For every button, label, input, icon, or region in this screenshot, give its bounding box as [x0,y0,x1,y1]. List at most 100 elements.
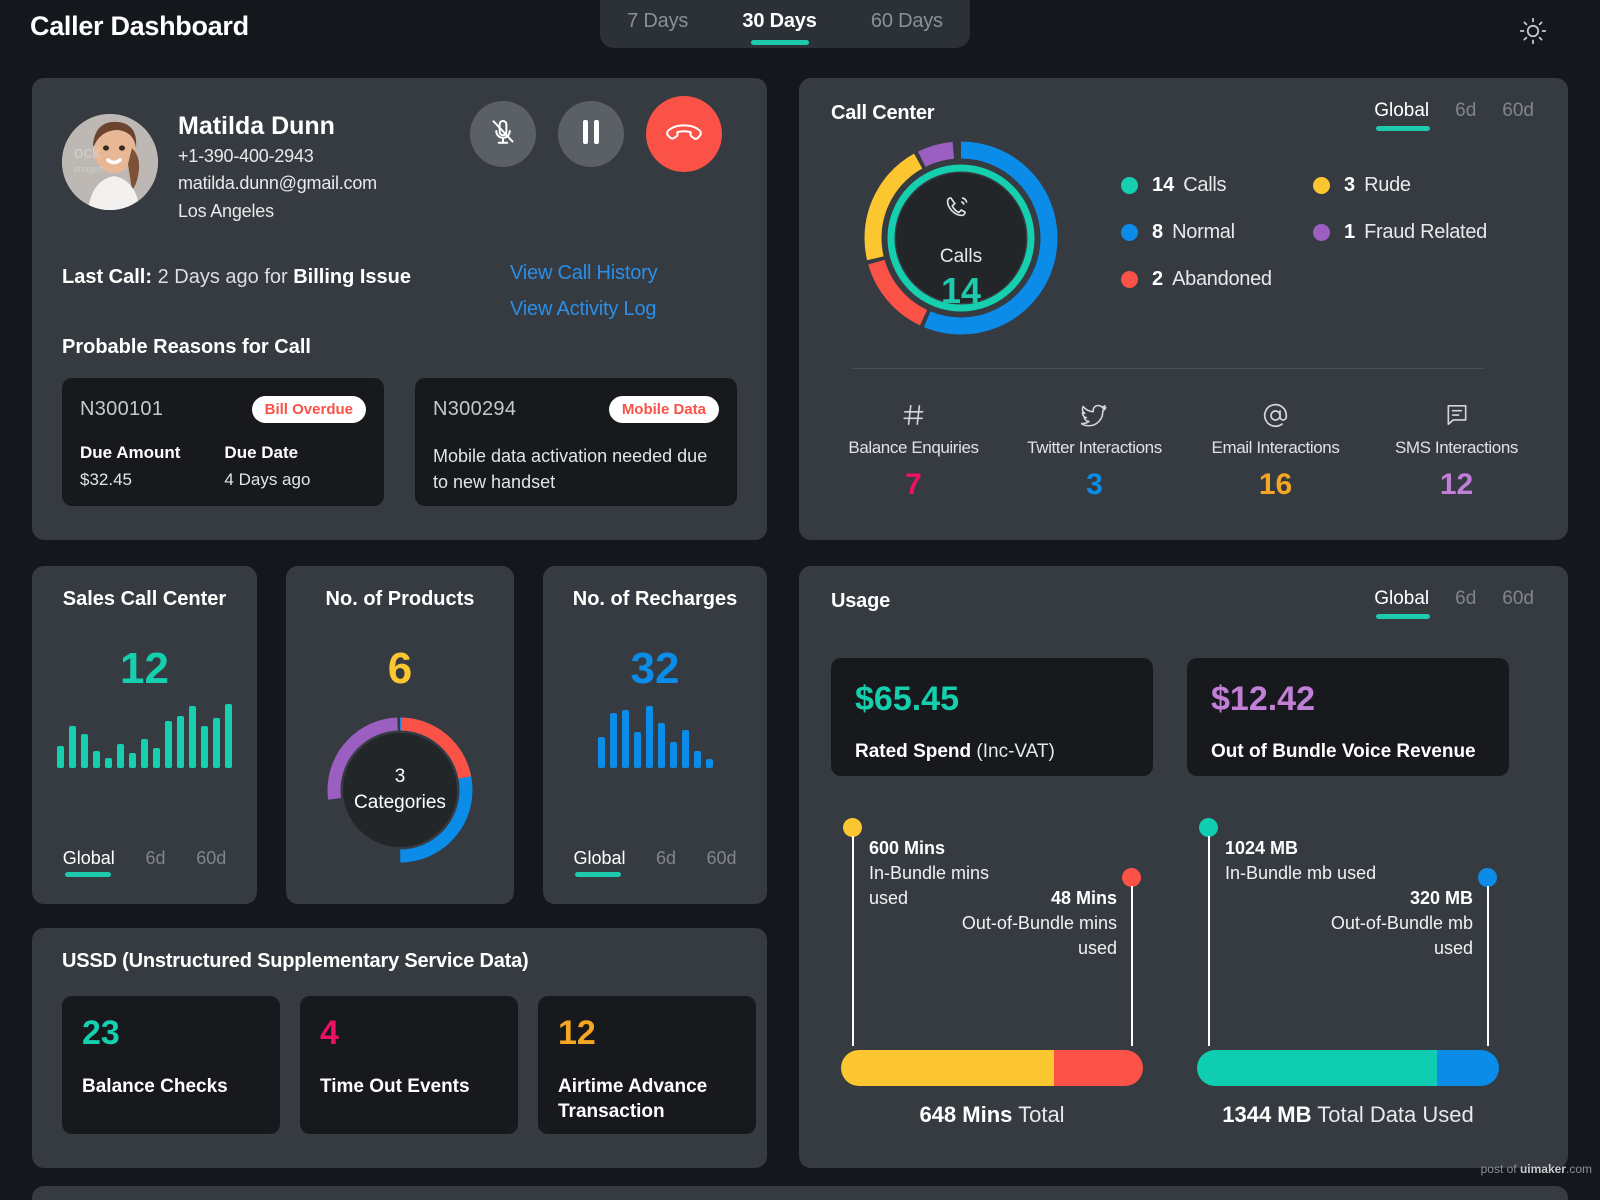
interaction-sms: SMS Interactions 12 [1366,398,1547,502]
svg-text:ock: ock [74,143,101,162]
products-donut-center-value: 3 [394,766,406,787]
scope-tab-60d[interactable]: 60d [196,848,226,877]
watermark-prefix: post of [1480,1162,1520,1176]
call-center-title: Call Center [831,102,935,124]
date-range-tabs: 7 Days 30 Days 60 Days [600,0,970,48]
legend-dot [1313,177,1330,194]
view-activity-log-link[interactable]: View Activity Log [510,298,657,321]
legend-item-rude: 3 Rude [1313,174,1505,197]
minutes-usage-group: 600 Mins In-Bundle mins used 48 Mins Out… [831,804,1153,1134]
scope-tab-6d[interactable]: 6d [1455,100,1476,131]
recharges-scope-tabs: Global 6d 60d [543,848,767,877]
tab-30-days[interactable]: 30 Days [740,6,818,43]
scope-tab-6d[interactable]: 6d [145,848,165,877]
reason-id: N300294 [433,398,517,420]
ussd-card-airtime-advance[interactable]: 12 Airtime Advance Transaction [538,996,756,1134]
tab-60-days[interactable]: 60 Days [869,6,945,43]
call-center-panel: Call Center Global 6d 60d Calls 14 14 Ca… [799,78,1568,540]
reason-header: N300101 Bill Overdue [80,396,366,423]
legend-label: Calls [1183,174,1227,196]
call-center-scope-tabs: Global 6d 60d [1374,100,1534,131]
in-bundle-segment [841,1050,1054,1086]
watermark-brand: uimaker [1519,1162,1566,1176]
tab-7-days[interactable]: 7 Days [625,6,690,43]
microphone-off-icon [488,117,518,152]
data-usage-bar [1197,1050,1499,1086]
legend-dot [1121,271,1138,288]
out-of-bundle-voice-revenue-card[interactable]: $12.42 Out of Bundle Voice Revenue [1187,658,1509,776]
hangup-button[interactable] [646,96,722,172]
interaction-value: 16 [1258,468,1293,501]
reason-field-label: Due Amount [80,443,181,462]
ussd-label: Balance Checks [82,1076,228,1097]
scope-tab-6d[interactable]: 6d [1455,588,1476,619]
data-total-value: 1344 MB [1222,1102,1312,1127]
out-of-bundle-segment [1437,1050,1499,1086]
usage-title: Usage [831,590,891,612]
legend-item-normal: 8 Normal [1121,221,1313,244]
interaction-twitter: Twitter Interactions 3 [1004,398,1185,502]
interaction-value: 3 [1086,468,1103,501]
watermark-suffix: .com [1565,1162,1592,1176]
call-center-legend: 14 Calls 3 Rude 8 Normal 1 Fraud Related… [1121,174,1521,315]
legend-count: 1 [1344,221,1356,243]
spend-cards: $65.45 Rated Spend (Inc-VAT) $12.42 Out … [831,658,1509,776]
reason-card[interactable]: N300294 Mobile Data Mobile data activati… [415,378,737,506]
sun-icon[interactable] [1518,16,1548,46]
rated-spend-label-bold: Rated Spend [855,741,972,762]
donut-center-value: 14 [940,270,982,311]
sales-scope-tabs: Global 6d 60d [32,848,257,877]
ussd-card-time-out-events[interactable]: 4 Time Out Events [300,996,518,1134]
caller-email: matilda.dunn@gmail.com [178,173,377,193]
out-of-bundle-marker-dot [1478,868,1497,887]
usage-scope-tabs: Global 6d 60d [1374,588,1534,619]
svg-text:images: images [74,164,104,174]
mute-button[interactable] [470,101,536,167]
scope-tab-60d[interactable]: 60d [1502,100,1534,131]
no-of-recharges-card: No. of Recharges 32 Global 6d 60d [543,566,767,904]
interaction-label: SMS Interactions [1394,438,1519,457]
reason-header: N300294 Mobile Data [433,396,719,423]
scope-tab-global[interactable]: Global [573,848,626,877]
no-of-recharges-value: 32 [630,644,680,693]
view-call-history-link[interactable]: View Call History [510,262,658,285]
scope-tab-60d[interactable]: 60d [1502,588,1534,619]
at-icon [1185,398,1366,432]
scope-tab-6d[interactable]: 6d [656,848,676,877]
scope-tab-60d[interactable]: 60d [706,848,736,877]
scope-tab-global[interactable]: Global [1374,588,1431,619]
ussd-value: 4 [320,1014,339,1052]
reason-description: Mobile data activation needed due to new… [433,446,708,493]
no-of-products-card: No. of Products 6 3 Categories [286,566,514,904]
minutes-usage-bar [841,1050,1143,1086]
minutes-total-label: Total [1012,1102,1065,1127]
products-donut-center-label: Categories [354,792,446,813]
last-call-time: 2 Days ago for [152,266,294,288]
out-of-bundle-marker-dot [1122,868,1141,887]
sales-sparkline [32,702,257,768]
call-controls [470,96,722,172]
usage-panel: Usage Global 6d 60d $65.45 Rated Spend (… [799,566,1568,1168]
minutes-total-value: 648 Mins [919,1102,1013,1127]
twitter-icon [1004,398,1185,432]
out-of-bundle-annotation: 48 Mins Out-of-Bundle mins used [937,886,1117,960]
interaction-label: Twitter Interactions [1027,438,1162,457]
reason-card[interactable]: N300101 Bill Overdue Due Amount $32.45 D… [62,378,384,506]
ussd-panel: USSD (Unstructured Supplementary Service… [32,928,767,1168]
rated-spend-card[interactable]: $65.45 Rated Spend (Inc-VAT) [831,658,1153,776]
hold-button[interactable] [558,101,624,167]
ussd-card-balance-checks[interactable]: 23 Balance Checks [62,996,280,1134]
caller-profile-panel: ock images Matilda Dunn +1-390-400-2943 … [32,78,767,540]
page-title: Caller Dashboard [30,11,249,41]
reason-field: Due Amount $32.45 [80,443,180,490]
out-of-bundle-label: Out-of-Bundle mins used [961,912,1117,958]
out-of-bundle-revenue-amount: $12.42 [1211,680,1315,718]
divider [852,368,1484,369]
in-bundle-value: 600 Mins [869,838,946,858]
scope-tab-global[interactable]: Global [63,848,115,877]
scope-tab-global[interactable]: Global [1374,100,1431,131]
caller-name: Matilda Dunn [178,112,335,140]
in-bundle-marker-dot [1199,818,1218,837]
watermark: post of uimaker.com [1481,1162,1592,1176]
calls-donut-chart: Calls 14 [861,138,1061,343]
